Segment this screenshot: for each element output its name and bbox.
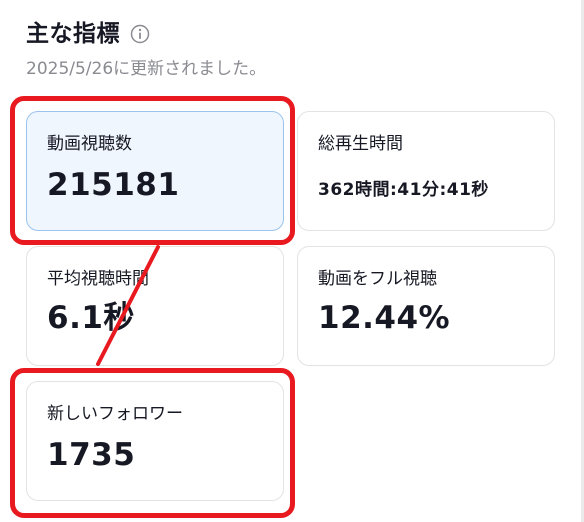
metric-label: 動画視聴数 — [47, 134, 132, 154]
metric-value: 1735 — [47, 437, 136, 473]
metrics-header: 主な指標 — [26, 18, 150, 50]
updated-timestamp: 2025/5/26に更新されました。 — [26, 59, 267, 79]
metric-label: 平均視聴時間 — [47, 269, 149, 289]
metric-value: 362時間:41分:41秒 — [318, 180, 489, 200]
metric-label: 動画をフル視聴 — [318, 269, 437, 289]
metric-card-video-views[interactable]: 動画視聴数 215181 — [26, 111, 284, 231]
metric-card-total-watch-time[interactable]: 総再生時間 362時間:41分:41秒 — [297, 111, 555, 231]
metric-label: 新しいフォロワー — [47, 404, 183, 424]
metric-value: 6.1秒 — [47, 300, 135, 336]
metric-card-full-views[interactable]: 動画をフル視聴 12.44% — [297, 246, 555, 366]
metric-label: 総再生時間 — [318, 134, 403, 154]
info-icon[interactable] — [130, 24, 150, 44]
metric-value: 12.44% — [318, 300, 451, 336]
metric-card-average-watch-time[interactable]: 平均視聴時間 6.1秒 — [26, 246, 284, 366]
metric-card-new-followers[interactable]: 新しいフォロワー 1735 — [26, 381, 284, 501]
metric-value: 215181 — [47, 167, 180, 203]
page-title: 主な指標 — [26, 21, 120, 47]
